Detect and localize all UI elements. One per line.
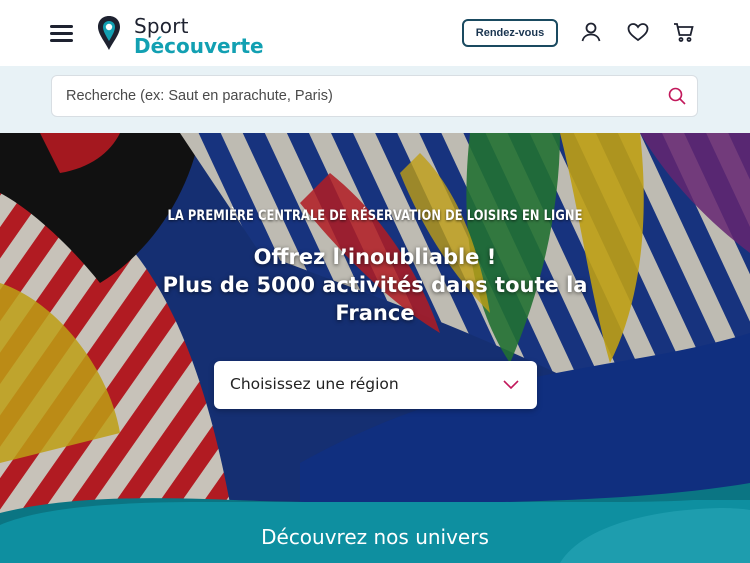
logo-text-decouverte: Découverte	[134, 34, 264, 58]
search-band	[0, 66, 750, 133]
search-icon[interactable]	[667, 86, 687, 106]
user-icon[interactable]	[579, 20, 603, 44]
logo[interactable]: Sport Découverte	[96, 12, 264, 58]
heart-icon[interactable]	[626, 20, 650, 44]
chevron-down-icon	[503, 380, 519, 390]
cart-icon[interactable]	[672, 20, 696, 44]
appointment-button[interactable]: Rendez-vous	[462, 19, 558, 47]
region-select[interactable]: Choisissez une région	[214, 361, 537, 409]
hero-kicker: LA PREMIÈRE CENTRALE DE RÉSERVATION DE L…	[167, 208, 583, 224]
search-input[interactable]	[66, 76, 646, 116]
hero-title: Offrez l’inoubliable ! Plus de 5000 acti…	[120, 243, 630, 327]
hero-title-line1: Offrez l’inoubliable !	[253, 245, 497, 269]
site-header: Sport Découverte Rendez-vous	[0, 0, 750, 66]
univers-title: Découvrez nos univers	[261, 525, 489, 549]
hero-banner: LA PREMIÈRE CENTRALE DE RÉSERVATION DE L…	[0, 133, 750, 563]
menu-icon[interactable]	[50, 23, 74, 43]
univers-section: Découvrez nos univers	[0, 500, 750, 563]
hero-title-line2: Plus de 5000 activités dans toute la Fra…	[162, 273, 588, 325]
search-box	[51, 75, 698, 117]
region-select-value: Choisissez une région	[230, 375, 399, 393]
map-pin-icon	[98, 16, 120, 50]
